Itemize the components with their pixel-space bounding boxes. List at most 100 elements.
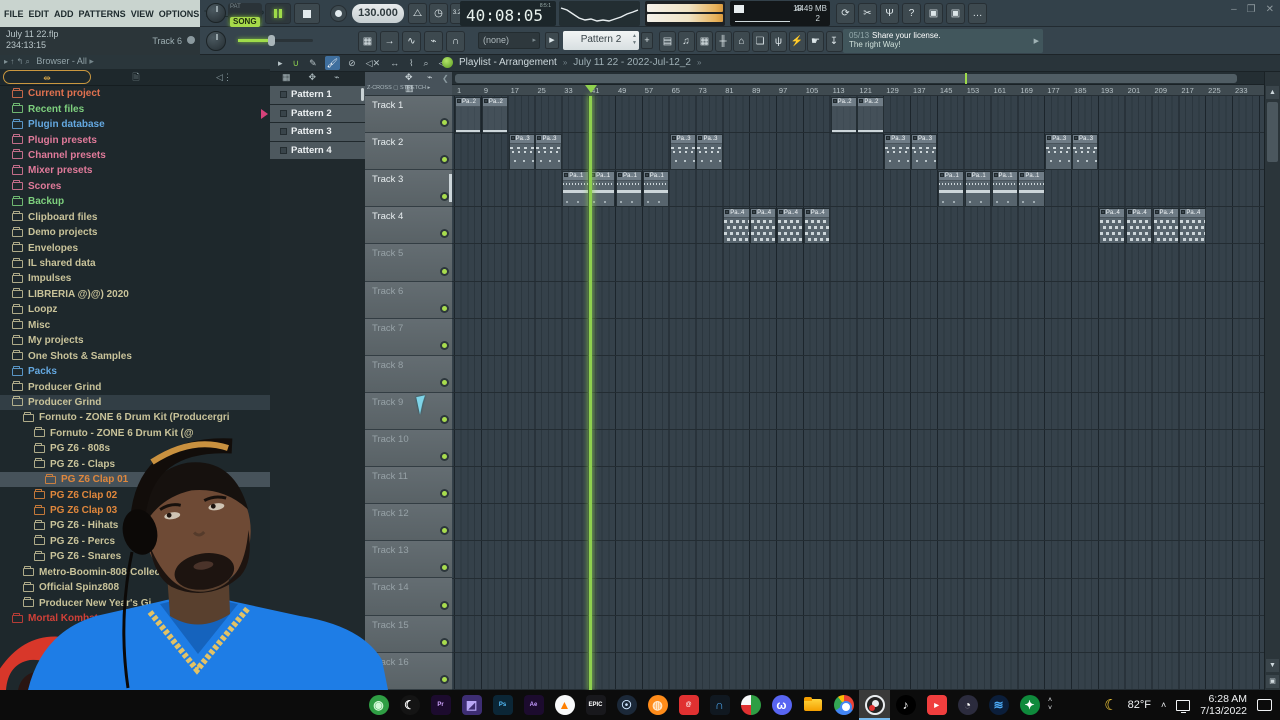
vlc-icon[interactable]: ▲ [549, 690, 580, 720]
track-header[interactable]: Track 15 [365, 615, 452, 653]
menu-item-file[interactable]: FILE [4, 9, 24, 19]
browser-item[interactable]: Clipboard files [0, 210, 270, 225]
red-at-app-icon[interactable]: @ [673, 690, 704, 720]
play-pause-button[interactable] [265, 3, 291, 24]
volume-slider[interactable] [238, 35, 313, 46]
record-button[interactable] [330, 5, 347, 22]
pattern-clip[interactable]: Pa..2 [830, 96, 857, 134]
pattern-clip[interactable]: Pa..1 [1018, 170, 1045, 207]
mic-icon[interactable]: Ψ [880, 3, 899, 24]
chrome-icon[interactable] [828, 690, 859, 720]
playlist-window-icon[interactable]: ▤ [659, 31, 676, 52]
pattern-clip[interactable]: Pa..4 [1098, 207, 1126, 244]
pattern-clip[interactable]: Pa..3 [535, 133, 562, 170]
tray-expand-icon[interactable]: ˄ [1161, 700, 1166, 710]
notification-icon[interactable] [1257, 699, 1272, 711]
pattern-tool-icon-2[interactable]: ⌁ [334, 72, 339, 86]
detach-icon[interactable]: ▸ [276, 56, 285, 70]
pattern-list-scrollbar[interactable] [361, 88, 364, 101]
wait-input-icon[interactable]: ◷ [429, 3, 448, 24]
pattern-item[interactable]: Pattern 1 [270, 86, 365, 104]
menu-item-options[interactable]: OPTIONS [159, 9, 200, 19]
parrot-app-icon[interactable] [735, 690, 766, 720]
browser-item[interactable]: One Shots & Samples [0, 348, 270, 363]
zoom-tool[interactable]: ⌕ [422, 56, 431, 70]
pattern-item[interactable]: Pattern 2 [261, 104, 365, 122]
track-header[interactable]: Track 1 [365, 96, 452, 134]
discord-icon[interactable]: ω [766, 690, 797, 720]
vscroll-thumb[interactable] [1267, 102, 1278, 162]
brush-tool[interactable]: 🖌 [324, 56, 341, 70]
pattern-item[interactable]: Pattern 3 [270, 123, 365, 141]
track-mute-led[interactable] [440, 340, 449, 350]
pattern-clip[interactable]: Pa..1 [562, 170, 589, 207]
after-effects-icon[interactable]: Ae [518, 690, 549, 720]
premiere-icon[interactable]: Pr [425, 690, 456, 720]
browser-item[interactable]: Scores [0, 179, 270, 194]
pattern-item[interactable]: Pattern 4 [270, 141, 365, 159]
menu-item-patterns[interactable]: PATTERNS [79, 9, 126, 19]
green-sphere-app-icon[interactable]: ✦ [1014, 690, 1045, 720]
track-mute-led[interactable] [440, 414, 449, 424]
playlist-titlebar[interactable]: ▸∪✎🖌⊘◁✕↔⌇⌕◁⋮ Playlist - Arrangement » Ju… [270, 55, 1280, 72]
gauge-app-icon[interactable]: ◔ [952, 690, 983, 720]
browser-item[interactable]: Misc [0, 318, 270, 333]
plugin-picker-icon[interactable]: ❏ [751, 31, 769, 52]
browser-item[interactable]: PG Z6 - Percs [0, 534, 270, 549]
moon-icon[interactable]: ☾ [1104, 696, 1117, 714]
browser-item[interactable]: Official Spinz808 [0, 580, 270, 595]
timeline-ruler[interactable]: 1 9 17 25 33 41 49 57 65 73 81 89 97 105 113 121 129 137 1… [452, 85, 1264, 96]
track-header[interactable]: Track 7 [365, 318, 452, 356]
arrangement-selector[interactable]: (none) ▸ [478, 32, 540, 49]
zcross-stretch-label[interactable]: Z-CROSS ▢ STRETCH ▸ [367, 85, 430, 91]
close-button[interactable]: ✕ [1266, 4, 1274, 15]
pattern-clip[interactable]: Pa..3 [884, 133, 911, 170]
browser-item[interactable]: Producer New Year's Gi [0, 595, 270, 610]
browser-item[interactable]: Demo projects [0, 225, 270, 240]
pattern-clip[interactable]: Pa..4 [1152, 207, 1179, 244]
channel-rack-icon[interactable]: ▦ [696, 31, 713, 52]
browser-item[interactable]: IL shared data [0, 256, 270, 271]
browser-title[interactable]: Browser - All [36, 56, 87, 66]
browser-item[interactable]: Impulses [0, 271, 270, 286]
clock[interactable]: 6:28 AM 7/13/2022 [1200, 693, 1247, 717]
track-header[interactable]: Track 5 [365, 244, 452, 282]
browser-item[interactable]: Producer Grind [0, 394, 270, 411]
chat-icon[interactable]: … [968, 3, 987, 24]
tab-audio[interactable]: ◁⋮ [181, 70, 267, 84]
pattern-prev-button[interactable]: ▶ [545, 32, 559, 49]
track-header[interactable]: Track 9 [365, 392, 452, 430]
scroll-corner-box[interactable]: ▣ [1266, 675, 1279, 688]
browser-item[interactable]: Mixer presets [0, 163, 270, 178]
pattern-clip[interactable]: Pa..1 [991, 170, 1018, 207]
browser-item[interactable]: Channel presets [0, 148, 270, 163]
pattern-clip[interactable]: Pa..4 [1125, 207, 1152, 244]
sync-icon[interactable]: ⟳ [836, 3, 855, 24]
pattern-tool-icon-0[interactable]: ▦ [282, 72, 291, 86]
vertical-scrollbar[interactable]: ▲ ▼ ▣ [1264, 72, 1280, 690]
browser-item[interactable]: Packs [0, 364, 270, 379]
track-mute-led[interactable] [440, 637, 449, 647]
adobe-dark-app-icon[interactable]: ◩ [456, 690, 487, 720]
pattern-steppers[interactable]: ▲ ▼ [632, 33, 637, 47]
track-header[interactable]: Track 2 [365, 133, 452, 171]
hint-bar[interactable]: 05/13 Share your license. The right Way! … [843, 29, 1043, 53]
browser-item[interactable]: PG Z6 - Claps [0, 457, 270, 472]
crescent-app-icon[interactable]: ☾ [394, 690, 425, 720]
pattern-clip[interactable]: Pa..2 [481, 96, 509, 134]
track-mute-led[interactable] [440, 377, 449, 387]
arrangement-grid[interactable]: Pa..2 Pa..2 Pa..2 Pa..2 Pa..3 Pa..3 Pa..3 Pa..3… [449, 96, 1264, 690]
cut-icon[interactable]: ✂ [858, 3, 877, 24]
pattern-clip[interactable]: Pa..4 [750, 207, 777, 244]
browser-item[interactable]: Mortal Kombat- So [0, 611, 270, 626]
pattern-clip[interactable]: Pa..4 [803, 207, 831, 244]
keyboard-editor-icon[interactable]: ▦ [358, 31, 377, 52]
green-swirl-app-icon[interactable]: ◉ [363, 690, 394, 720]
pattern-clip[interactable]: Pa..3 [1045, 133, 1072, 170]
browser-nav-icons[interactable]: ▸ ↑ ↰ ⌕ [4, 57, 30, 66]
fl-studio-icon[interactable]: ◍ [642, 690, 673, 720]
pattern-clip[interactable]: Pa..4 [1179, 207, 1206, 244]
track-header[interactable]: Track 14 [365, 578, 452, 616]
help-icon[interactable]: ? [902, 3, 921, 24]
pencil-tool[interactable]: ✎ [307, 56, 319, 70]
